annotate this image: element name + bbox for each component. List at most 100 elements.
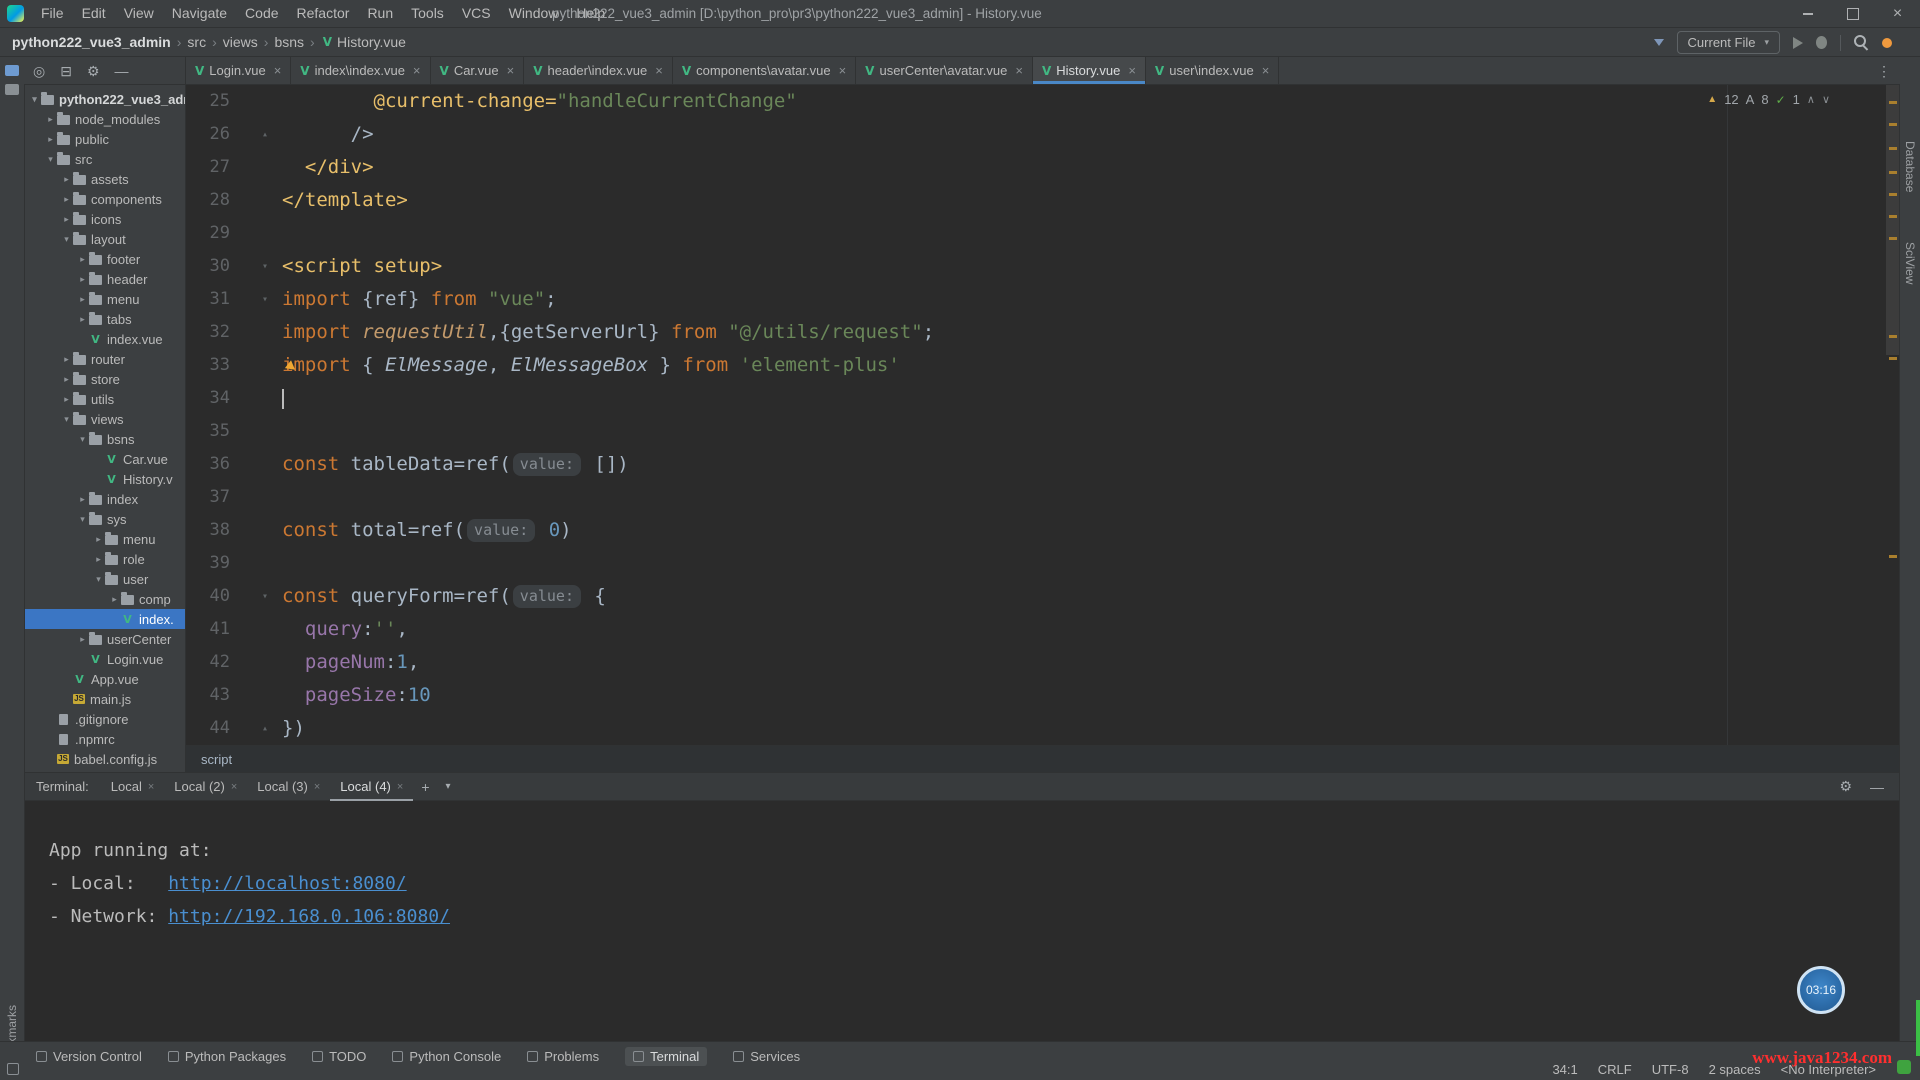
chevron-icon[interactable]: ▾ <box>60 234 73 245</box>
tree-item-menu[interactable]: ▸menu <box>24 529 185 549</box>
debug-icon[interactable] <box>1816 36 1827 49</box>
close-icon[interactable]: × <box>148 781 154 793</box>
close-icon[interactable]: × <box>1262 63 1270 78</box>
prev-issue-icon[interactable]: ∧ <box>1807 93 1815 106</box>
status-item-version-control[interactable]: Version Control <box>36 1047 142 1066</box>
tree-item-layout[interactable]: ▾layout <box>24 229 185 249</box>
chevron-icon[interactable]: ▾ <box>92 574 105 585</box>
chevron-down-icon[interactable]: ▾ <box>438 781 459 792</box>
menu-file[interactable]: File <box>32 0 73 27</box>
menu-code[interactable]: Code <box>236 0 287 27</box>
tree-item-menu[interactable]: ▸menu <box>24 289 185 309</box>
chevron-icon[interactable]: ▾ <box>76 434 89 445</box>
tree-item-node-modules[interactable]: ▸node_modules <box>24 109 185 129</box>
chevron-icon[interactable]: ▾ <box>60 414 73 425</box>
tree-item-icons[interactable]: ▸icons <box>24 209 185 229</box>
search-icon[interactable] <box>1854 35 1869 50</box>
fold-icon[interactable]: ▴ <box>230 118 282 151</box>
chevron-icon[interactable]: ▸ <box>76 634 89 645</box>
tree-item-assets[interactable]: ▸assets <box>24 169 185 189</box>
tree-item-user[interactable]: ▾user <box>24 569 185 589</box>
commit-tool-icon[interactable] <box>5 84 19 95</box>
tree-item-sys[interactable]: ▾sys <box>24 509 185 529</box>
breadcrumb-script[interactable]: script <box>201 752 232 767</box>
tree-item-index[interactable]: Vindex. <box>24 609 185 629</box>
tree-item-main-js[interactable]: JSmain.js <box>24 689 185 709</box>
error-stripe[interactable] <box>1886 85 1900 745</box>
chevron-icon[interactable]: ▾ <box>28 94 41 105</box>
run-icon[interactable] <box>1793 37 1803 49</box>
more-options-icon[interactable]: ⋮ <box>1868 57 1900 84</box>
maximize-icon[interactable] <box>1830 0 1875 27</box>
collapse-all-icon[interactable]: ⊟ <box>60 57 72 85</box>
chevron-icon[interactable]: ▾ <box>76 514 89 525</box>
vcs-update-icon[interactable] <box>1654 39 1664 46</box>
menu-run[interactable]: Run <box>358 0 402 27</box>
status-item-python-console[interactable]: Python Console <box>392 1047 501 1066</box>
tree-item-footer[interactable]: ▸footer <box>24 249 185 269</box>
terminal-tab-local-2[interactable]: Local (2)× <box>164 773 247 801</box>
tree-item-components[interactable]: ▸components <box>24 189 185 209</box>
menu-refactor[interactable]: Refactor <box>288 0 359 27</box>
close-icon[interactable]: × <box>274 63 282 78</box>
inspections-widget[interactable]: ▲ 12 A 8 ✓ 1 ∧ ∨ <box>1707 92 1830 107</box>
chevron-icon[interactable]: ▸ <box>76 294 89 305</box>
tree-item-views[interactable]: ▾views <box>24 409 185 429</box>
breadcrumb-item-views[interactable]: views <box>221 34 260 50</box>
status-line-ending[interactable]: CRLF <box>1598 1062 1632 1077</box>
fold-icon[interactable]: ▴ <box>230 712 282 745</box>
tree-item-usercenter[interactable]: ▸userCenter <box>24 629 185 649</box>
fold-icon[interactable]: ▾ <box>230 283 282 316</box>
status-caret-position[interactable]: 34:1 <box>1552 1062 1577 1077</box>
menu-vcs[interactable]: VCS <box>453 0 500 27</box>
chevron-icon[interactable]: ▸ <box>76 254 89 265</box>
status-item-terminal[interactable]: Terminal <box>625 1047 707 1066</box>
close-icon[interactable]: × <box>1015 63 1023 78</box>
chevron-icon[interactable]: ▸ <box>60 394 73 405</box>
terminal-tab-local[interactable]: Local× <box>101 773 165 801</box>
tree-item-gitignore[interactable]: .gitignore <box>24 709 185 729</box>
status-file-encoding[interactable]: UTF-8 <box>1652 1062 1689 1077</box>
chevron-icon[interactable]: ▸ <box>60 174 73 185</box>
chevron-icon[interactable]: ▸ <box>60 354 73 365</box>
tree-item-babel-config-js[interactable]: JSbabel.config.js <box>24 749 185 769</box>
code-editor[interactable]: 25 @current-change="handleCurrentChange"… <box>186 85 1900 745</box>
database-tool-button[interactable]: Database <box>1903 141 1917 192</box>
project-tool-icon[interactable] <box>5 65 19 76</box>
terminal-link[interactable]: http://localhost:8080/ <box>168 873 406 894</box>
tab-history-vue[interactable]: VHistory.vue× <box>1033 57 1146 84</box>
tree-item-index[interactable]: ▸index <box>24 489 185 509</box>
menu-tools[interactable]: Tools <box>402 0 453 27</box>
status-item-python-packages[interactable]: Python Packages <box>168 1047 286 1066</box>
gear-icon[interactable]: ⚙ <box>1839 778 1852 795</box>
tree-item-bsns[interactable]: ▾bsns <box>24 429 185 449</box>
run-config-dropdown[interactable]: Current File ▾ <box>1677 31 1780 54</box>
menu-navigate[interactable]: Navigate <box>163 0 236 27</box>
tree-item-login-vue[interactable]: VLogin.vue <box>24 649 185 669</box>
close-icon[interactable]: × <box>231 781 237 793</box>
tree-item-header[interactable]: ▸header <box>24 269 185 289</box>
chevron-icon[interactable]: ▸ <box>60 194 73 205</box>
fold-icon[interactable]: ▾ <box>230 580 282 613</box>
tab-login-vue[interactable]: VLogin.vue× <box>186 57 291 84</box>
chevron-icon[interactable]: ▸ <box>44 134 57 145</box>
close-icon[interactable]: × <box>314 781 320 793</box>
sciview-tool-button[interactable]: SciView <box>1903 242 1917 284</box>
chevron-icon[interactable]: ▸ <box>92 534 105 545</box>
tree-item-app-vue[interactable]: VApp.vue <box>24 669 185 689</box>
chevron-icon[interactable]: ▸ <box>44 114 57 125</box>
locate-icon[interactable]: ◎ <box>33 57 45 85</box>
settings-icon[interactable]: ⚙ <box>87 57 100 85</box>
close-icon[interactable]: × <box>397 781 403 793</box>
tab-car-vue[interactable]: VCar.vue× <box>431 57 525 84</box>
minimize-icon[interactable] <box>1785 0 1830 27</box>
tab-usercenter-avatar-vue[interactable]: VuserCenter\avatar.vue× <box>856 57 1033 84</box>
tree-item-car-vue[interactable]: VCar.vue <box>24 449 185 469</box>
plus-icon[interactable]: + <box>413 779 437 795</box>
close-icon[interactable]: × <box>1875 0 1920 27</box>
status-item-todo[interactable]: TODO <box>312 1047 366 1066</box>
tree-item-store[interactable]: ▸store <box>24 369 185 389</box>
tab-components-avatar-vue[interactable]: Vcomponents\avatar.vue× <box>673 57 856 84</box>
tree-item-history-v[interactable]: VHistory.v <box>24 469 185 489</box>
tree-item-src[interactable]: ▾src <box>24 149 185 169</box>
